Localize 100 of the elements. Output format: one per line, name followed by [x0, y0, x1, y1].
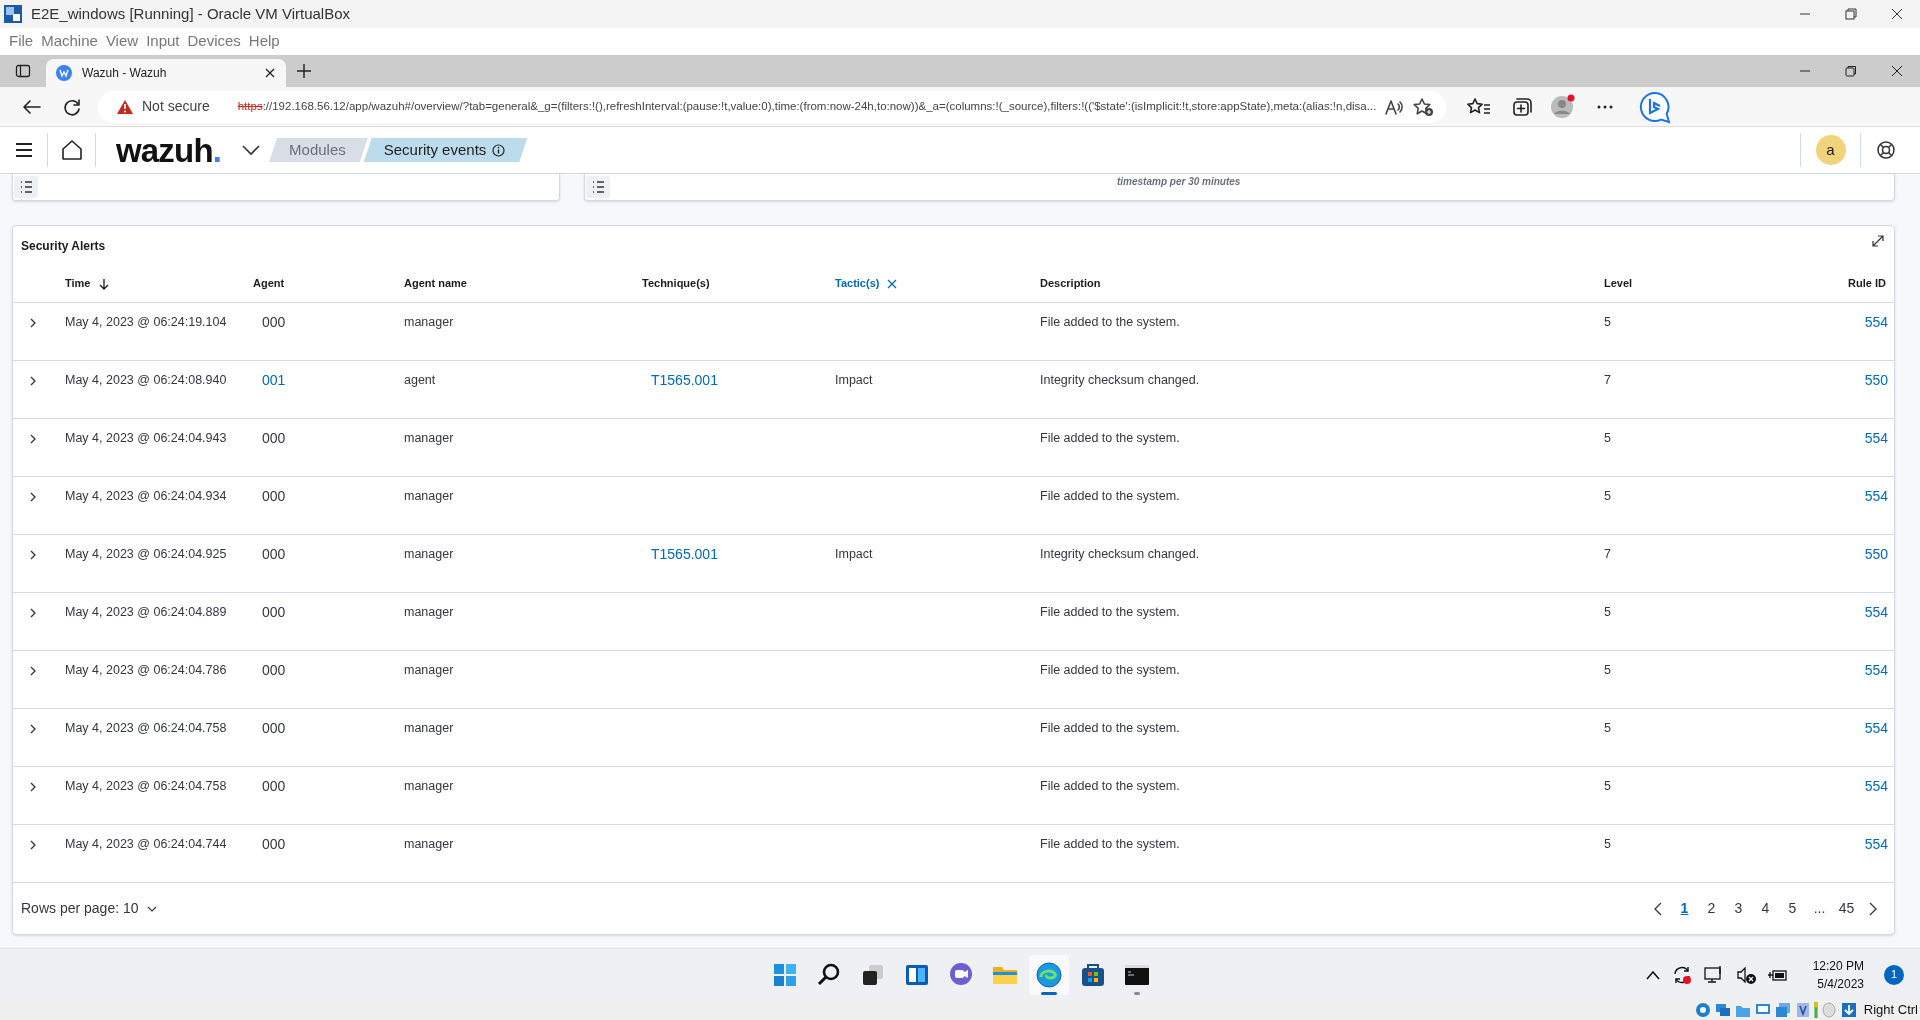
expand-row-icon[interactable]: [29, 838, 37, 851]
rule-link[interactable]: 554: [1864, 834, 1888, 855]
table-cell-text: File added to the system.: [1039, 488, 1181, 506]
table-cell-text: 000: [261, 661, 287, 680]
table-cell-text: 000: [261, 603, 287, 622]
column-header[interactable]: Agent name: [404, 275, 467, 292]
table-cell-text: May 4, 2023 @ 06:24:04.786: [64, 662, 228, 680]
rule-link[interactable]: 554: [1864, 312, 1888, 333]
menu-item[interactable]: View: [102, 30, 142, 53]
list-icon[interactable]: [586, 176, 610, 198]
wazuh-logo[interactable]: wazuh.: [116, 127, 222, 173]
clock[interactable]: 12:20 PM 5/4/2023: [1812, 956, 1864, 993]
table-cell-text: Integrity checksum changed.: [1039, 546, 1201, 564]
table-cell-text: May 4, 2023 @ 06:24:04.758: [64, 778, 228, 796]
table-cell-text: File added to the system.: [1039, 836, 1181, 854]
page-button[interactable]: 5: [1781, 898, 1804, 919]
rule-link[interactable]: 554: [1864, 428, 1888, 449]
table-cell-text: File added to the system.: [1039, 720, 1181, 738]
page-button[interactable]: 45: [1835, 898, 1858, 919]
menu-item[interactable]: File: [6, 30, 37, 53]
expand-row-icon[interactable]: [29, 316, 37, 329]
breadcrumb[interactable]: Security events: [363, 138, 528, 162]
table-cell-text: Impact: [834, 372, 874, 390]
menu-item[interactable]: Help: [245, 30, 283, 53]
table-cell-text: manager: [403, 778, 455, 796]
expand-row-icon[interactable]: [29, 780, 37, 793]
page-button[interactable]: ...: [1808, 898, 1831, 919]
table-cell-text: File added to the system.: [1039, 314, 1181, 332]
rows-per-page-button[interactable]: Rows per page: 10: [21, 898, 157, 919]
expand-row-icon[interactable]: [29, 548, 37, 561]
page-button[interactable]: 1: [1673, 898, 1696, 919]
help-icon[interactable]: [1875, 140, 1896, 160]
table-cell-text: 000: [261, 777, 287, 796]
table-cell-text: agent: [403, 372, 437, 390]
table-cell-text: 000: [261, 719, 287, 738]
table-cell-text: 5: [1603, 430, 1612, 448]
table-cell-text: 5: [1603, 720, 1612, 738]
column-header[interactable]: Time: [65, 275, 111, 292]
column-header[interactable]: Agent: [253, 275, 285, 292]
home-icon[interactable]: [60, 139, 83, 161]
agent-link[interactable]: 001: [241, 370, 392, 391]
column-header[interactable]: Description: [1040, 275, 1101, 292]
column-header[interactable]: Rule ID: [1848, 275, 1886, 292]
menu-item[interactable]: Machine: [38, 30, 101, 53]
page-button[interactable]: 3: [1727, 898, 1750, 919]
expand-row-icon[interactable]: [29, 606, 37, 619]
expand-row-icon[interactable]: [29, 664, 37, 677]
user-avatar[interactable]: a: [1815, 135, 1846, 165]
table-cell-text: Impact: [834, 546, 874, 564]
table-cell-text: May 4, 2023 @ 06:24:04.758: [64, 720, 228, 738]
favorite-add-icon[interactable]: [1412, 96, 1435, 117]
axis-caption: timestamp per 30 minutes: [1117, 174, 1241, 189]
browser-tab[interactable]: Wazuh - Wazuh: [46, 59, 286, 87]
browser-icon[interactable]: [1029, 955, 1069, 995]
download-icon: [1839, 1001, 1858, 1019]
technique-link[interactable]: T1565.001: [618, 370, 823, 391]
rule-link[interactable]: 554: [1864, 776, 1888, 797]
rule-link[interactable]: 550: [1864, 370, 1888, 391]
list-icon[interactable]: [14, 176, 38, 198]
column-header[interactable]: Technique(s): [642, 275, 710, 292]
table-cell-text: manager: [403, 720, 455, 738]
rule-link[interactable]: 554: [1864, 602, 1888, 623]
new-tab-icon[interactable]: [296, 63, 312, 79]
table-cell-text: 5: [1603, 488, 1612, 506]
column-header[interactable]: Tactic(s): [835, 275, 898, 292]
tab-title: Wazuh - Wazuh: [82, 65, 167, 82]
breadcrumb[interactable]: Modules: [269, 138, 368, 162]
activity-meter-icon: [1813, 1002, 1818, 1018]
chevron-down-icon[interactable]: [241, 144, 262, 156]
chevron-up-icon[interactable]: [1644, 968, 1661, 981]
rule-link[interactable]: 554: [1864, 660, 1888, 681]
menu-item[interactable]: Devices: [184, 30, 244, 53]
expand-row-icon[interactable]: [29, 432, 37, 445]
bing-chat-icon[interactable]: [1638, 89, 1672, 124]
screens-icon: [1773, 1001, 1792, 1019]
menu-icon[interactable]: [14, 142, 33, 158]
table-cell-text: 000: [261, 545, 287, 564]
page-button[interactable]: 4: [1754, 898, 1777, 919]
expand-icon[interactable]: [1870, 232, 1886, 249]
expand-row-icon[interactable]: [29, 490, 37, 503]
sidebar-icon[interactable]: [15, 63, 31, 79]
info-icon[interactable]: [492, 143, 506, 157]
rule-link[interactable]: 554: [1864, 486, 1888, 507]
technique-link[interactable]: T1565.001: [618, 544, 823, 565]
address-field[interactable]: [98, 90, 1446, 123]
expand-row-icon[interactable]: [29, 722, 37, 735]
url-text: https://192.168.56.12/app/wazuh#/overview/?tab=general&_g=(filters:!(),refreshInterval:(pause:!t,value:0),time:(from:now-24h,to:now))&_a=(columns:!(_source),filters:!(('$state':(isImplicit:!t,store:appState),meta:(alias:!n,disa...: [237, 98, 1377, 114]
rule-link[interactable]: 554: [1864, 718, 1888, 739]
expand-row-icon[interactable]: [29, 374, 37, 387]
rule-link[interactable]: 550: [1864, 544, 1888, 565]
close-icon[interactable]: [264, 67, 276, 79]
remove-icon[interactable]: [887, 278, 898, 289]
read-aloud-icon[interactable]: [1384, 97, 1405, 116]
menu-item[interactable]: Input: [143, 30, 183, 53]
page-button[interactable]: 2: [1700, 898, 1723, 919]
table-cell-text: manager: [403, 836, 455, 854]
sort-down-icon[interactable]: [98, 277, 111, 290]
column-header[interactable]: Level: [1604, 275, 1633, 292]
host-key-label: Right Ctrl: [1863, 1001, 1918, 1020]
notification-badge[interactable]: 1: [1884, 964, 1904, 985]
